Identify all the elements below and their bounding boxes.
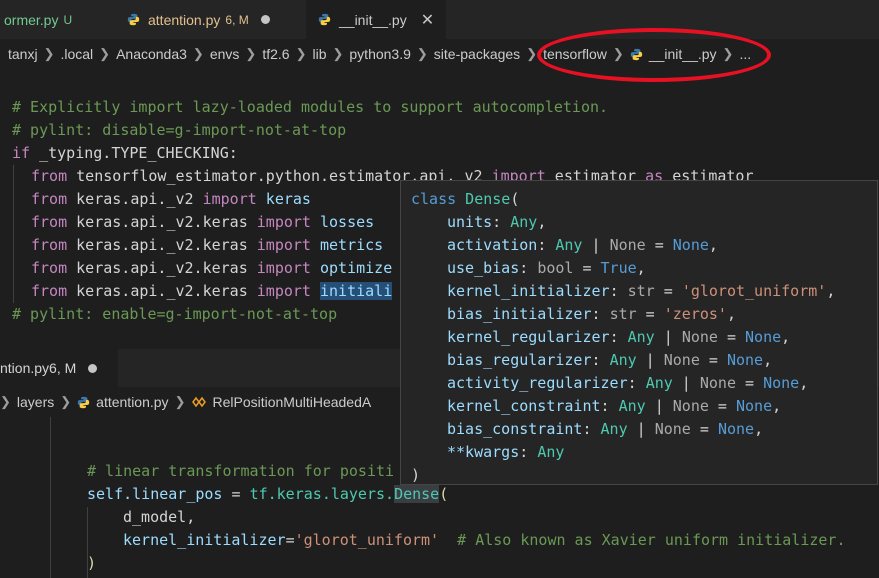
code-line: # Explicitly import lazy-loaded modules … — [12, 98, 609, 116]
chevron-right-icon: ❯ — [60, 394, 72, 409]
breadcrumb-item[interactable]: lib — [312, 46, 326, 62]
indent-guide — [50, 417, 51, 578]
problem-count-badge: 6, M — [49, 360, 77, 376]
signature-param: bias_regularizer: Any | None = None, — [447, 351, 773, 369]
code-line: ) — [87, 554, 97, 572]
hover-signature-popup: class Dense( units: Any, activation: Any… — [400, 180, 878, 485]
signature-header: class Dense( — [411, 190, 520, 208]
breadcrumb-item[interactable]: RelPositionMultiHeadedA — [212, 394, 371, 410]
signature-param: kernel_initializer: str = 'glorot_unifor… — [447, 282, 836, 300]
tab-attention-py[interactable]: ntion.py 6, M — [0, 349, 118, 387]
code-line: from keras.api._v2.keras import metrics — [31, 236, 384, 254]
tab-former-py[interactable]: ormer.py U — [0, 0, 112, 39]
breadcrumb-item[interactable]: attention.py — [96, 394, 168, 410]
chevron-right-icon: ❯ — [99, 46, 111, 61]
signature-param: bias_initializer: str = 'zeros', — [447, 305, 736, 323]
python-file-icon — [77, 396, 90, 408]
code-line: # pylint: enable=g-import-not-at-top — [12, 305, 338, 323]
tab-init-py[interactable]: __init__.py ✕ — [306, 0, 446, 39]
chevron-right-icon: ❯ — [332, 46, 344, 61]
chevron-right-icon: ❯ — [174, 394, 186, 409]
code-line: if _typing.TYPE_CHECKING: — [12, 144, 238, 162]
breadcrumb-item[interactable]: python3.9 — [349, 46, 411, 62]
modified-dot-icon[interactable] — [88, 363, 98, 373]
signature-param: bias_constraint: Any | None = None, — [447, 420, 764, 438]
code-line: kernel_initializer='glorot_uniform' # Al… — [123, 531, 846, 549]
code-line: from keras.api._v2.keras import optimize — [31, 259, 393, 277]
python-file-icon — [318, 13, 331, 26]
python-file-icon — [127, 13, 140, 26]
breadcrumb-item[interactable]: layers — [17, 394, 54, 410]
problem-count-badge: 6, M — [225, 12, 249, 27]
breadcrumb-item[interactable]: .local — [60, 46, 93, 62]
chevron-right-icon: ❯ — [245, 46, 257, 61]
chevron-right-icon: ❯ — [295, 46, 307, 61]
selected-token: initiali — [320, 282, 393, 300]
code-line: # linear transformation for positi — [87, 462, 395, 480]
signature-param: activation: Any | None = None, — [447, 236, 718, 254]
signature-param: kernel_regularizer: Any | None = None, — [447, 328, 791, 346]
chevron-right-icon: ❯ — [43, 46, 55, 61]
breadcrumb-item[interactable]: tf2.6 — [262, 46, 289, 62]
signature-close: ) — [411, 466, 421, 484]
code-line: from keras.api._v2.keras import losses — [31, 213, 375, 231]
git-status-badge: U — [63, 12, 73, 27]
signature-param: use_bias: bool = True, — [447, 259, 646, 277]
breadcrumb-item[interactable]: envs — [210, 46, 240, 62]
breadcrumb-item[interactable]: tanxj — [8, 46, 38, 62]
code-line: # pylint: disable=g-import-not-at-top — [12, 121, 347, 139]
chevron-right-icon: ❯ — [416, 46, 428, 61]
signature-param: kernel_constraint: Any | None = None, — [447, 397, 782, 415]
chevron-right-icon: ❯ — [192, 46, 204, 61]
tab-attention-py[interactable]: attention.py 6, M — [113, 0, 305, 39]
editor-tab-bar: ormer.py U attention.py 6, M __init__.py… — [0, 0, 879, 39]
code-line: self.linear_pos = tf.keras.layers.Dense( — [87, 485, 449, 503]
breadcrumb-item[interactable]: site-packages — [434, 46, 520, 62]
signature-param: units: Any, — [447, 213, 547, 231]
indent-guide — [13, 165, 14, 303]
annotation-ellipse — [537, 28, 771, 82]
tab-label: ntion.py — [0, 360, 50, 376]
tab-label: ormer.py — [4, 11, 59, 28]
code-line: d_model, — [123, 508, 196, 526]
chevron-right-icon: ❯ — [0, 394, 11, 409]
class-symbol-icon — [192, 396, 207, 408]
close-icon[interactable]: ✕ — [421, 10, 434, 30]
code-line: from keras.api._v2.keras import initiali — [31, 282, 393, 300]
signature-param: activity_regularizer: Any | None = None, — [447, 374, 809, 392]
modified-dot-icon[interactable] — [260, 15, 270, 24]
breadcrumb-item[interactable]: Anaconda3 — [116, 46, 187, 62]
code-line: from keras.api._v2 import keras — [31, 190, 311, 208]
chevron-right-icon: ❯ — [526, 46, 538, 61]
signature-param: **kwargs: Any — [447, 443, 565, 461]
tab-label: attention.py — [148, 11, 221, 28]
tab-label: __init__.py — [339, 11, 407, 28]
